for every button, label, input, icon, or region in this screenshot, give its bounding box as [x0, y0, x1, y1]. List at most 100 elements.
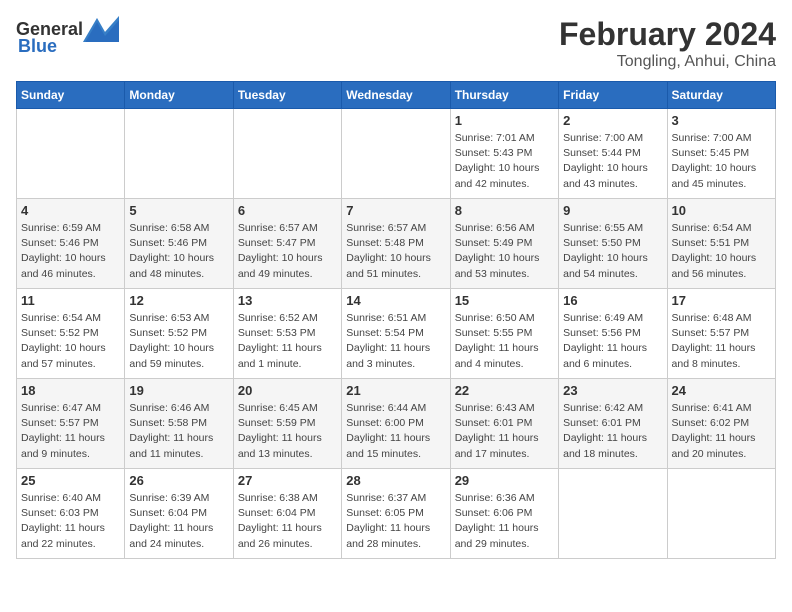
day-info: Sunrise: 6:39 AMSunset: 6:04 PMDaylight:… — [129, 491, 228, 552]
calendar-cell: 15 Sunrise: 6:50 AMSunset: 5:55 PMDayligh… — [450, 289, 558, 379]
calendar-week-row: 11 Sunrise: 6:54 AMSunset: 5:52 PMDayligh… — [17, 289, 776, 379]
day-number: 27 — [238, 473, 337, 488]
calendar-cell — [17, 109, 125, 199]
logo-icon — [83, 16, 119, 42]
col-friday: Friday — [559, 82, 667, 109]
calendar-week-row: 18 Sunrise: 6:47 AMSunset: 5:57 PMDayligh… — [17, 379, 776, 469]
calendar-cell: 29 Sunrise: 6:36 AMSunset: 6:06 PMDayligh… — [450, 469, 558, 559]
day-info: Sunrise: 6:47 AMSunset: 5:57 PMDaylight:… — [21, 401, 120, 462]
calendar-cell: 1 Sunrise: 7:01 AMSunset: 5:43 PMDaylight… — [450, 109, 558, 199]
calendar-cell: 22 Sunrise: 6:43 AMSunset: 6:01 PMDayligh… — [450, 379, 558, 469]
day-info: Sunrise: 6:53 AMSunset: 5:52 PMDaylight:… — [129, 311, 228, 372]
day-info: Sunrise: 6:37 AMSunset: 6:05 PMDaylight:… — [346, 491, 445, 552]
day-number: 3 — [672, 113, 771, 128]
day-number: 10 — [672, 203, 771, 218]
day-info: Sunrise: 7:00 AMSunset: 5:44 PMDaylight:… — [563, 131, 662, 192]
day-number: 23 — [563, 383, 662, 398]
day-number: 25 — [21, 473, 120, 488]
day-number: 1 — [455, 113, 554, 128]
calendar-cell: 17Sunrise: 6:48 AMSunset: 5:57 PMDayligh… — [667, 289, 775, 379]
calendar-cell — [233, 109, 341, 199]
day-number: 21 — [346, 383, 445, 398]
calendar-cell: 20 Sunrise: 6:45 AMSunset: 5:59 PMDayligh… — [233, 379, 341, 469]
day-info: Sunrise: 6:54 AMSunset: 5:52 PMDaylight:… — [21, 311, 120, 372]
day-info: Sunrise: 6:57 AMSunset: 5:48 PMDaylight:… — [346, 221, 445, 282]
day-number: 4 — [21, 203, 120, 218]
day-number: 15 — [455, 293, 554, 308]
day-info: Sunrise: 7:01 AMSunset: 5:43 PMDaylight:… — [455, 131, 554, 192]
col-monday: Monday — [125, 82, 233, 109]
calendar-cell: 2 Sunrise: 7:00 AMSunset: 5:44 PMDaylight… — [559, 109, 667, 199]
calendar-week-row: 4 Sunrise: 6:59 AMSunset: 5:46 PMDaylight… — [17, 199, 776, 289]
calendar-cell — [342, 109, 450, 199]
col-sunday: Sunday — [17, 82, 125, 109]
day-number: 22 — [455, 383, 554, 398]
calendar-cell: 14Sunrise: 6:51 AMSunset: 5:54 PMDayligh… — [342, 289, 450, 379]
calendar-cell: 24 Sunrise: 6:41 AMSunset: 6:02 PMDayligh… — [667, 379, 775, 469]
day-number: 8 — [455, 203, 554, 218]
day-number: 24 — [672, 383, 771, 398]
day-number: 29 — [455, 473, 554, 488]
day-number: 20 — [238, 383, 337, 398]
day-number: 11 — [21, 293, 120, 308]
calendar-cell: 11 Sunrise: 6:54 AMSunset: 5:52 PMDayligh… — [17, 289, 125, 379]
calendar-cell: 4 Sunrise: 6:59 AMSunset: 5:46 PMDaylight… — [17, 199, 125, 289]
day-info: Sunrise: 6:44 AMSunset: 6:00 PMDaylight:… — [346, 401, 445, 462]
day-info: Sunrise: 6:52 AMSunset: 5:53 PMDaylight:… — [238, 311, 337, 372]
day-info: Sunrise: 6:41 AMSunset: 6:02 PMDaylight:… — [672, 401, 771, 462]
day-number: 13 — [238, 293, 337, 308]
day-info: Sunrise: 6:54 AMSunset: 5:51 PMDaylight:… — [672, 221, 771, 282]
calendar-table: Sunday Monday Tuesday Wednesday Thursday… — [16, 81, 776, 559]
page-header: General Blue February 2024 Tongling, Anh… — [16, 16, 776, 71]
day-info: Sunrise: 6:57 AMSunset: 5:47 PMDaylight:… — [238, 221, 337, 282]
day-number: 19 — [129, 383, 228, 398]
calendar-cell: 27 Sunrise: 6:38 AMSunset: 6:04 PMDayligh… — [233, 469, 341, 559]
day-number: 7 — [346, 203, 445, 218]
main-title: February 2024 — [559, 16, 776, 53]
col-tuesday: Tuesday — [233, 82, 341, 109]
calendar-cell: 25 Sunrise: 6:40 AMSunset: 6:03 PMDayligh… — [17, 469, 125, 559]
day-info: Sunrise: 6:59 AMSunset: 5:46 PMDaylight:… — [21, 221, 120, 282]
day-number: 2 — [563, 113, 662, 128]
calendar-cell — [667, 469, 775, 559]
day-number: 26 — [129, 473, 228, 488]
day-info: Sunrise: 6:40 AMSunset: 6:03 PMDaylight:… — [21, 491, 120, 552]
calendar-cell: 19 Sunrise: 6:46 AMSunset: 5:58 PMDayligh… — [125, 379, 233, 469]
day-info: Sunrise: 6:50 AMSunset: 5:55 PMDaylight:… — [455, 311, 554, 372]
col-thursday: Thursday — [450, 82, 558, 109]
day-number: 6 — [238, 203, 337, 218]
calendar-cell: 16Sunrise: 6:49 AMSunset: 5:56 PMDayligh… — [559, 289, 667, 379]
calendar-cell: 12 Sunrise: 6:53 AMSunset: 5:52 PMDayligh… — [125, 289, 233, 379]
day-info: Sunrise: 7:00 AMSunset: 5:45 PMDaylight:… — [672, 131, 771, 192]
calendar-cell: 28 Sunrise: 6:37 AMSunset: 6:05 PMDayligh… — [342, 469, 450, 559]
calendar-cell: 13 Sunrise: 6:52 AMSunset: 5:53 PMDayligh… — [233, 289, 341, 379]
day-info: Sunrise: 6:43 AMSunset: 6:01 PMDaylight:… — [455, 401, 554, 462]
calendar-week-row: 1 Sunrise: 7:01 AMSunset: 5:43 PMDaylight… — [17, 109, 776, 199]
day-number: 16 — [563, 293, 662, 308]
day-number: 12 — [129, 293, 228, 308]
calendar-cell: 6 Sunrise: 6:57 AMSunset: 5:47 PMDaylight… — [233, 199, 341, 289]
day-info: Sunrise: 6:58 AMSunset: 5:46 PMDaylight:… — [129, 221, 228, 282]
col-saturday: Saturday — [667, 82, 775, 109]
calendar-cell: 18 Sunrise: 6:47 AMSunset: 5:57 PMDayligh… — [17, 379, 125, 469]
calendar-cell: 9Sunrise: 6:55 AMSunset: 5:50 PMDaylight… — [559, 199, 667, 289]
day-info: Sunrise: 6:46 AMSunset: 5:58 PMDaylight:… — [129, 401, 228, 462]
calendar-cell: 23 Sunrise: 6:42 AMSunset: 6:01 PMDayligh… — [559, 379, 667, 469]
day-info: Sunrise: 6:36 AMSunset: 6:06 PMDaylight:… — [455, 491, 554, 552]
day-number: 5 — [129, 203, 228, 218]
day-info: Sunrise: 6:55 AMSunset: 5:50 PMDaylight:… — [563, 221, 662, 282]
day-info: Sunrise: 6:56 AMSunset: 5:49 PMDaylight:… — [455, 221, 554, 282]
title-block: February 2024 Tongling, Anhui, China — [559, 16, 776, 71]
day-info: Sunrise: 6:45 AMSunset: 5:59 PMDaylight:… — [238, 401, 337, 462]
calendar-cell: 3 Sunrise: 7:00 AMSunset: 5:45 PMDaylight… — [667, 109, 775, 199]
calendar-cell: 10 Sunrise: 6:54 AMSunset: 5:51 PMDayligh… — [667, 199, 775, 289]
day-number: 18 — [21, 383, 120, 398]
day-info: Sunrise: 6:42 AMSunset: 6:01 PMDaylight:… — [563, 401, 662, 462]
calendar-cell: 8 Sunrise: 6:56 AMSunset: 5:49 PMDaylight… — [450, 199, 558, 289]
logo: General Blue — [16, 16, 119, 57]
day-number: 28 — [346, 473, 445, 488]
col-wednesday: Wednesday — [342, 82, 450, 109]
day-info: Sunrise: 6:38 AMSunset: 6:04 PMDaylight:… — [238, 491, 337, 552]
calendar-cell: 21 Sunrise: 6:44 AMSunset: 6:00 PMDayligh… — [342, 379, 450, 469]
calendar-header-row: Sunday Monday Tuesday Wednesday Thursday… — [17, 82, 776, 109]
